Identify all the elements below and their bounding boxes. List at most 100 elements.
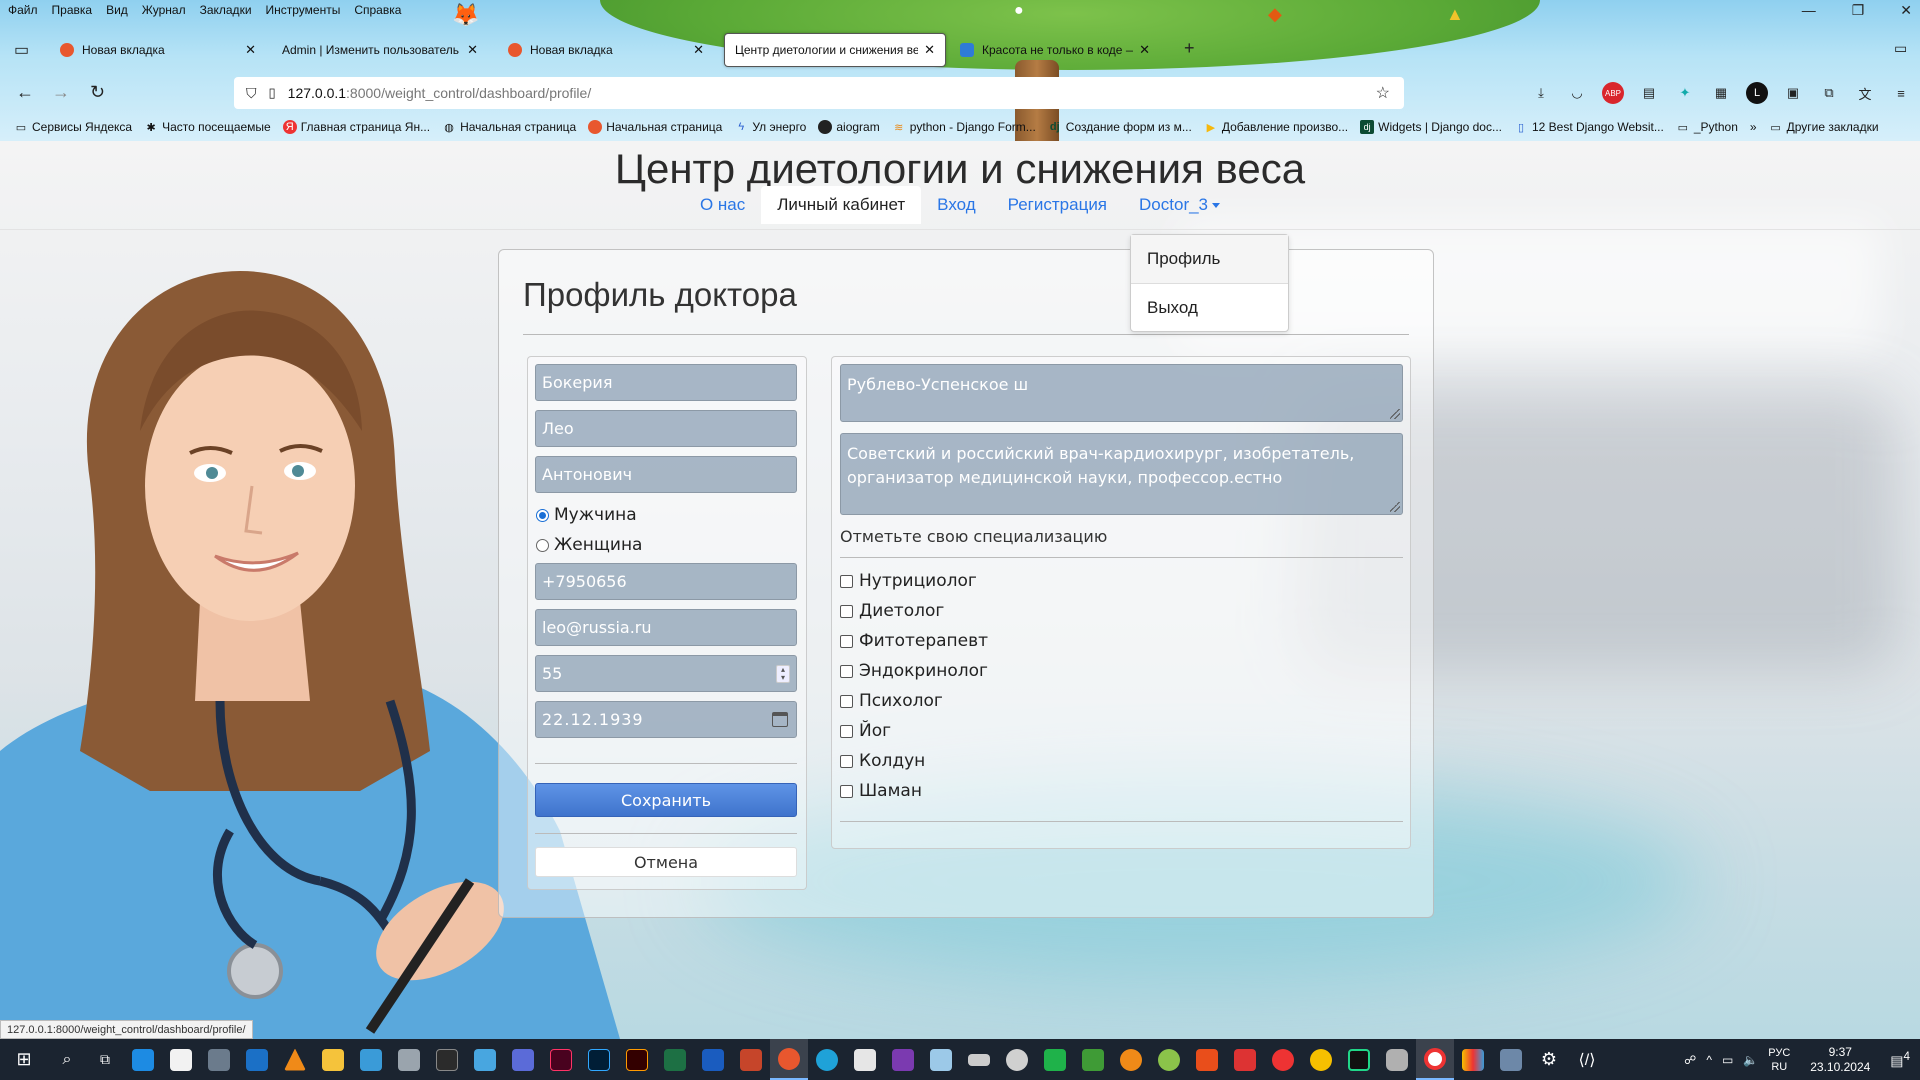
age-field[interactable]: 55 ▴ ▾ bbox=[535, 655, 797, 692]
chrome-app-icon[interactable] bbox=[1150, 1039, 1188, 1080]
monitor-app-icon[interactable] bbox=[352, 1039, 390, 1080]
tab-admin[interactable]: Admin | Изменить пользователь | А ✕ bbox=[272, 33, 488, 67]
save-button[interactable]: Сохранить bbox=[535, 783, 797, 817]
close-tab-icon[interactable]: ✕ bbox=[467, 42, 478, 58]
clock[interactable]: 9:37 23.10.2024 bbox=[1800, 1045, 1880, 1075]
bookmark-widgets-django[interactable]: dj Widgets | Django doc... bbox=[1360, 120, 1502, 134]
notes-app-icon[interactable] bbox=[466, 1039, 504, 1080]
container-icon[interactable]: ▣ bbox=[1782, 82, 1804, 104]
birth-date-field[interactable]: 22.12.1939 bbox=[535, 701, 797, 738]
excel-app-icon[interactable] bbox=[656, 1039, 694, 1080]
people-icon[interactable]: ☍ bbox=[1684, 1053, 1696, 1067]
keyboard-app-icon[interactable] bbox=[960, 1039, 998, 1080]
yandex-browser-app-icon[interactable] bbox=[1416, 1039, 1454, 1080]
bookmark-yandex-home[interactable]: Я Главная страница Ян... bbox=[282, 120, 430, 134]
pocket-icon[interactable]: ◡ bbox=[1566, 82, 1588, 104]
shield-icon[interactable]: ⛉ bbox=[246, 85, 257, 102]
colorful-extension-icon[interactable]: ✦ bbox=[1674, 82, 1696, 104]
powerpoint-app-icon[interactable] bbox=[732, 1039, 770, 1080]
vlc-app-icon[interactable] bbox=[276, 1039, 314, 1080]
resize-handle-icon[interactable] bbox=[1390, 409, 1400, 419]
menu-view[interactable]: Вид bbox=[106, 3, 128, 17]
bookmark-other[interactable]: ▭ Другие закладки bbox=[1769, 120, 1878, 134]
bookmark-start-page-1[interactable]: ◍ Начальная страница bbox=[442, 120, 576, 134]
dropdown-logout[interactable]: Выход bbox=[1131, 284, 1288, 332]
ie-app-icon[interactable] bbox=[1112, 1039, 1150, 1080]
onenote-app-icon[interactable] bbox=[884, 1039, 922, 1080]
yandex-app-icon[interactable] bbox=[1264, 1039, 1302, 1080]
firefox-app-icon[interactable] bbox=[770, 1039, 808, 1080]
calculator-app-icon[interactable] bbox=[200, 1039, 238, 1080]
vscode-app-icon[interactable]: ⟨/⟩ bbox=[1568, 1039, 1606, 1080]
address-textarea[interactable]: Рублево-Успенское ш bbox=[840, 364, 1403, 422]
phone-field[interactable]: +7950656 bbox=[535, 563, 797, 600]
close-tab-icon[interactable]: ✕ bbox=[1139, 42, 1150, 58]
patronymic-field[interactable]: Антонович bbox=[535, 456, 797, 493]
bookmark-aiogram[interactable]: aiogram bbox=[818, 120, 880, 134]
bookmark-star-icon[interactable]: ☆ bbox=[1376, 83, 1390, 103]
page-info-icon[interactable]: ▯ bbox=[269, 85, 276, 101]
address-bar[interactable]: ⛉ ▯ 127.0.0.1:8000/weight_control/dashbo… bbox=[234, 77, 1404, 109]
spec-phytotherapist-checkbox[interactable]: Фитотерапевт bbox=[840, 631, 988, 651]
email-field[interactable]: leo@russia.ru bbox=[535, 609, 797, 646]
gender-male-radio[interactable]: Мужчина bbox=[536, 505, 637, 525]
back-icon[interactable]: ← bbox=[16, 82, 34, 103]
colors-app-icon[interactable] bbox=[1454, 1039, 1492, 1080]
spec-shaman-checkbox[interactable]: Шаман bbox=[840, 781, 922, 801]
tab-beauty[interactable]: Красота не только в коде — ✕ bbox=[950, 33, 1160, 67]
tab-new-1[interactable]: Новая вкладка ✕ bbox=[50, 33, 266, 67]
nav-about[interactable]: О нас bbox=[684, 186, 761, 224]
ball-app-icon[interactable] bbox=[998, 1039, 1036, 1080]
photoshop-app-icon[interactable] bbox=[580, 1039, 618, 1080]
adblock-icon[interactable]: ABP bbox=[1602, 82, 1624, 104]
translate-icon[interactable]: 文 bbox=[1854, 82, 1876, 104]
tab-new-2[interactable]: Новая вкладка ✕ bbox=[498, 33, 714, 67]
nav-cabinet[interactable]: Личный кабинет bbox=[761, 186, 922, 224]
spec-endocrinologist-checkbox[interactable]: Эндокринолог bbox=[840, 661, 988, 681]
minimize-icon[interactable]: — bbox=[1802, 2, 1816, 19]
store-app-icon[interactable] bbox=[162, 1039, 200, 1080]
network-app-icon[interactable] bbox=[504, 1039, 542, 1080]
menu-edit[interactable]: Правка bbox=[52, 3, 93, 17]
spec-sorcerer-checkbox[interactable]: Колдун bbox=[840, 751, 925, 771]
new-tab-icon[interactable]: + bbox=[1184, 38, 1195, 59]
bookmark-yandex-services[interactable]: ▭ Сервисы Яндекса bbox=[14, 120, 132, 134]
tab-list-icon[interactable]: ▭ bbox=[14, 40, 29, 60]
extensions-icon[interactable]: ⧉ bbox=[1818, 82, 1840, 104]
menu-help[interactable]: Справка bbox=[354, 3, 401, 17]
indesign-app-icon[interactable] bbox=[542, 1039, 580, 1080]
book-app-icon[interactable] bbox=[1188, 1039, 1226, 1080]
downloads-icon[interactable]: ⤓ bbox=[1530, 82, 1552, 104]
close-tab-icon[interactable]: ✕ bbox=[693, 42, 704, 58]
bookmark-start-page-2[interactable]: Начальная страница bbox=[588, 120, 722, 134]
bookmark-python-folder[interactable]: ▭ _Python bbox=[1676, 120, 1738, 134]
spec-psychologist-checkbox[interactable]: Психолог bbox=[840, 691, 943, 711]
first-name-field[interactable]: Лео bbox=[535, 410, 797, 447]
spec-yogi-checkbox[interactable]: Йог bbox=[840, 721, 891, 741]
calendar-icon[interactable] bbox=[772, 712, 788, 727]
tools-app-icon[interactable] bbox=[1492, 1039, 1530, 1080]
bookmark-ul-energo[interactable]: ϟ Ул энерго bbox=[734, 120, 806, 134]
draw-app-icon[interactable] bbox=[846, 1039, 884, 1080]
nav-register[interactable]: Регистрация bbox=[992, 186, 1123, 224]
url-text[interactable]: 127.0.0.1:8000/weight_control/dashboard/… bbox=[288, 85, 592, 101]
spec-dietitian-checkbox[interactable]: Диетолог bbox=[840, 601, 944, 621]
close-tab-icon[interactable]: ✕ bbox=[924, 42, 935, 58]
spec-nutritionist-checkbox[interactable]: Нутрициолог bbox=[840, 571, 977, 591]
terminal-app-icon[interactable] bbox=[428, 1039, 466, 1080]
notifications-icon[interactable]: ▤4 bbox=[1890, 1050, 1910, 1070]
phone-app-icon[interactable] bbox=[1036, 1039, 1074, 1080]
outlook-app-icon[interactable] bbox=[238, 1039, 276, 1080]
close-tab-icon[interactable]: ✕ bbox=[245, 42, 256, 58]
pycharm-app-icon[interactable] bbox=[1340, 1039, 1378, 1080]
mail-app-icon[interactable] bbox=[124, 1039, 162, 1080]
l-extension-icon[interactable]: L bbox=[1746, 82, 1768, 104]
nav-user-menu[interactable]: Doctor_3 bbox=[1123, 186, 1236, 224]
bookmark-python-django-form[interactable]: ≋ python - Django Form... bbox=[892, 120, 1036, 134]
beeline-app-icon[interactable] bbox=[1302, 1039, 1340, 1080]
stack-app-icon[interactable] bbox=[1074, 1039, 1112, 1080]
volume-icon[interactable]: 🔈 bbox=[1743, 1053, 1758, 1067]
last-name-field[interactable]: Бокерия bbox=[535, 364, 797, 401]
cancel-button[interactable]: Отмена bbox=[535, 847, 797, 877]
illustrator-app-icon[interactable] bbox=[618, 1039, 656, 1080]
